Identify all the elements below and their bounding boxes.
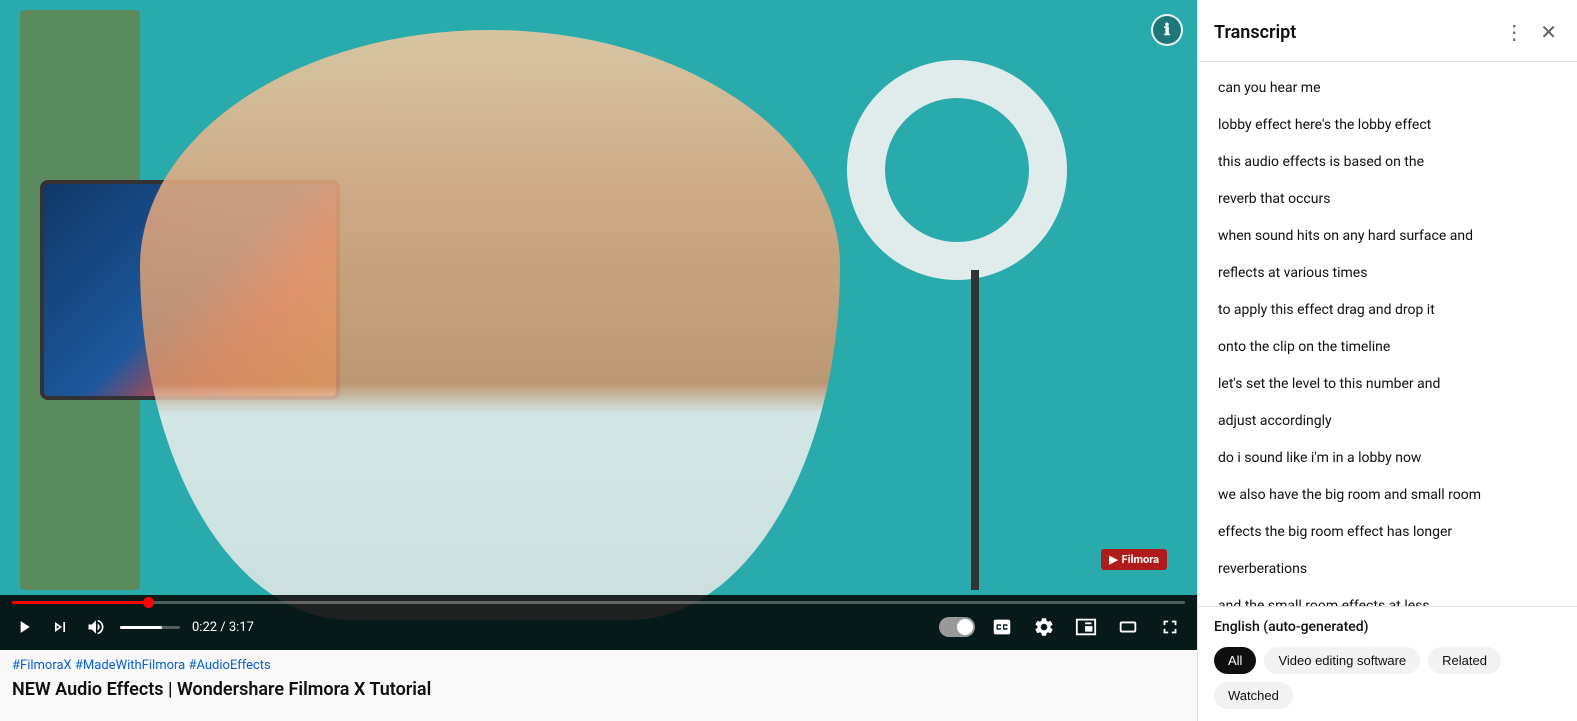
video-section: ▶ Filmora ℹ	[0, 0, 1197, 721]
progress-bar[interactable]	[12, 601, 1185, 604]
video-player: ▶ Filmora ℹ	[0, 0, 1197, 650]
settings-button[interactable]	[1029, 614, 1059, 640]
cc-button[interactable]	[987, 614, 1017, 640]
transcript-header: Transcript ⋮ ✕	[1198, 0, 1577, 62]
transcript-line[interactable]: this audio effects is based on the	[1198, 144, 1577, 181]
volume-button[interactable]	[84, 615, 108, 639]
volume-icon	[86, 617, 106, 637]
transcript-line[interactable]: and the small room effects at less	[1198, 588, 1577, 606]
transcript-line[interactable]: lobby effect here's the lobby effect	[1198, 107, 1577, 144]
transcript-panel: Transcript ⋮ ✕ can you hear melobby effe…	[1197, 0, 1577, 721]
transcript-tags: All Video editing software Related Watched	[1214, 647, 1561, 709]
transcript-tag-all[interactable]: All	[1214, 647, 1256, 674]
miniplayer-icon	[1075, 616, 1097, 638]
autoplay-toggle[interactable]	[939, 617, 975, 637]
video-info: #FilmoraX #MadeWithFilmora #AudioEffects…	[0, 650, 1197, 706]
progress-dot	[143, 597, 154, 608]
fullscreen-button[interactable]	[1155, 614, 1185, 640]
next-icon	[50, 617, 70, 637]
transcript-line[interactable]: reverberations	[1198, 551, 1577, 588]
transcript-language: English (auto-generated)	[1214, 619, 1561, 635]
transcript-tag-watched[interactable]: Watched	[1214, 682, 1293, 709]
video-thumbnail: ▶ Filmora	[0, 0, 1197, 650]
transcript-menu-button[interactable]: ⋮	[1496, 16, 1532, 49]
volume-slider[interactable]	[120, 626, 180, 629]
cc-icon	[991, 616, 1013, 638]
autoplay-area	[939, 617, 975, 637]
next-button[interactable]	[48, 615, 72, 639]
settings-icon	[1033, 616, 1055, 638]
play-icon	[14, 617, 34, 637]
volume-fill	[120, 626, 162, 629]
time-display: 0:22 / 3:17	[192, 620, 254, 635]
transcript-line[interactable]: effects the big room effect has longer	[1198, 514, 1577, 551]
person	[140, 30, 840, 620]
transcript-line[interactable]: let's set the level to this number and	[1198, 366, 1577, 403]
transcript-line[interactable]: we also have the big room and small room	[1198, 477, 1577, 514]
transcript-line[interactable]: reflects at various times	[1198, 255, 1577, 292]
transcript-close-button[interactable]: ✕	[1536, 16, 1561, 49]
ring-light-stand	[971, 270, 979, 590]
filmora-icon: ▶	[1109, 553, 1117, 566]
miniplayer-button[interactable]	[1071, 614, 1101, 640]
controls-row: 0:22 / 3:17	[12, 614, 1185, 640]
progress-fill	[12, 601, 149, 604]
video-title: NEW Audio Effects | Wondershare Filmora …	[12, 677, 1185, 702]
transcript-line[interactable]: when sound hits on any hard surface and	[1198, 218, 1577, 255]
play-button[interactable]	[12, 615, 36, 639]
info-button[interactable]: ℹ	[1151, 14, 1183, 46]
ring-light	[847, 60, 1067, 280]
transcript-line[interactable]: adjust accordingly	[1198, 403, 1577, 440]
transcript-line[interactable]: onto the clip on the timeline	[1198, 329, 1577, 366]
transcript-tag-related[interactable]: Related	[1428, 647, 1501, 674]
theater-button[interactable]	[1113, 614, 1143, 640]
fullscreen-icon	[1159, 616, 1181, 638]
transcript-line[interactable]: reverb that occurs	[1198, 181, 1577, 218]
transcript-line[interactable]: can you hear me	[1198, 70, 1577, 107]
theater-icon	[1117, 616, 1139, 638]
info-icon: ℹ	[1164, 20, 1170, 40]
transcript-line[interactable]: to apply this effect drag and drop it	[1198, 292, 1577, 329]
transcript-menu-icon: ⋮	[1504, 20, 1524, 45]
transcript-footer: English (auto-generated) All Video editin…	[1198, 606, 1577, 721]
transcript-line[interactable]: do i sound like i'm in a lobby now	[1198, 440, 1577, 477]
transcript-content: can you hear melobby effect here's the l…	[1198, 62, 1577, 606]
video-hashtags: #FilmoraX #MadeWithFilmora #AudioEffects	[12, 658, 1185, 673]
transcript-tag-video-editing-software[interactable]: Video editing software	[1264, 647, 1420, 674]
transcript-title: Transcript	[1214, 22, 1496, 43]
filmora-logo: ▶ Filmora	[1101, 549, 1167, 570]
main-layout: ▶ Filmora ℹ	[0, 0, 1577, 721]
video-controls: 0:22 / 3:17	[0, 595, 1197, 650]
filmora-text: Filmora	[1122, 553, 1159, 566]
autoplay-thumb	[957, 619, 973, 635]
transcript-close-icon: ✕	[1540, 20, 1557, 45]
